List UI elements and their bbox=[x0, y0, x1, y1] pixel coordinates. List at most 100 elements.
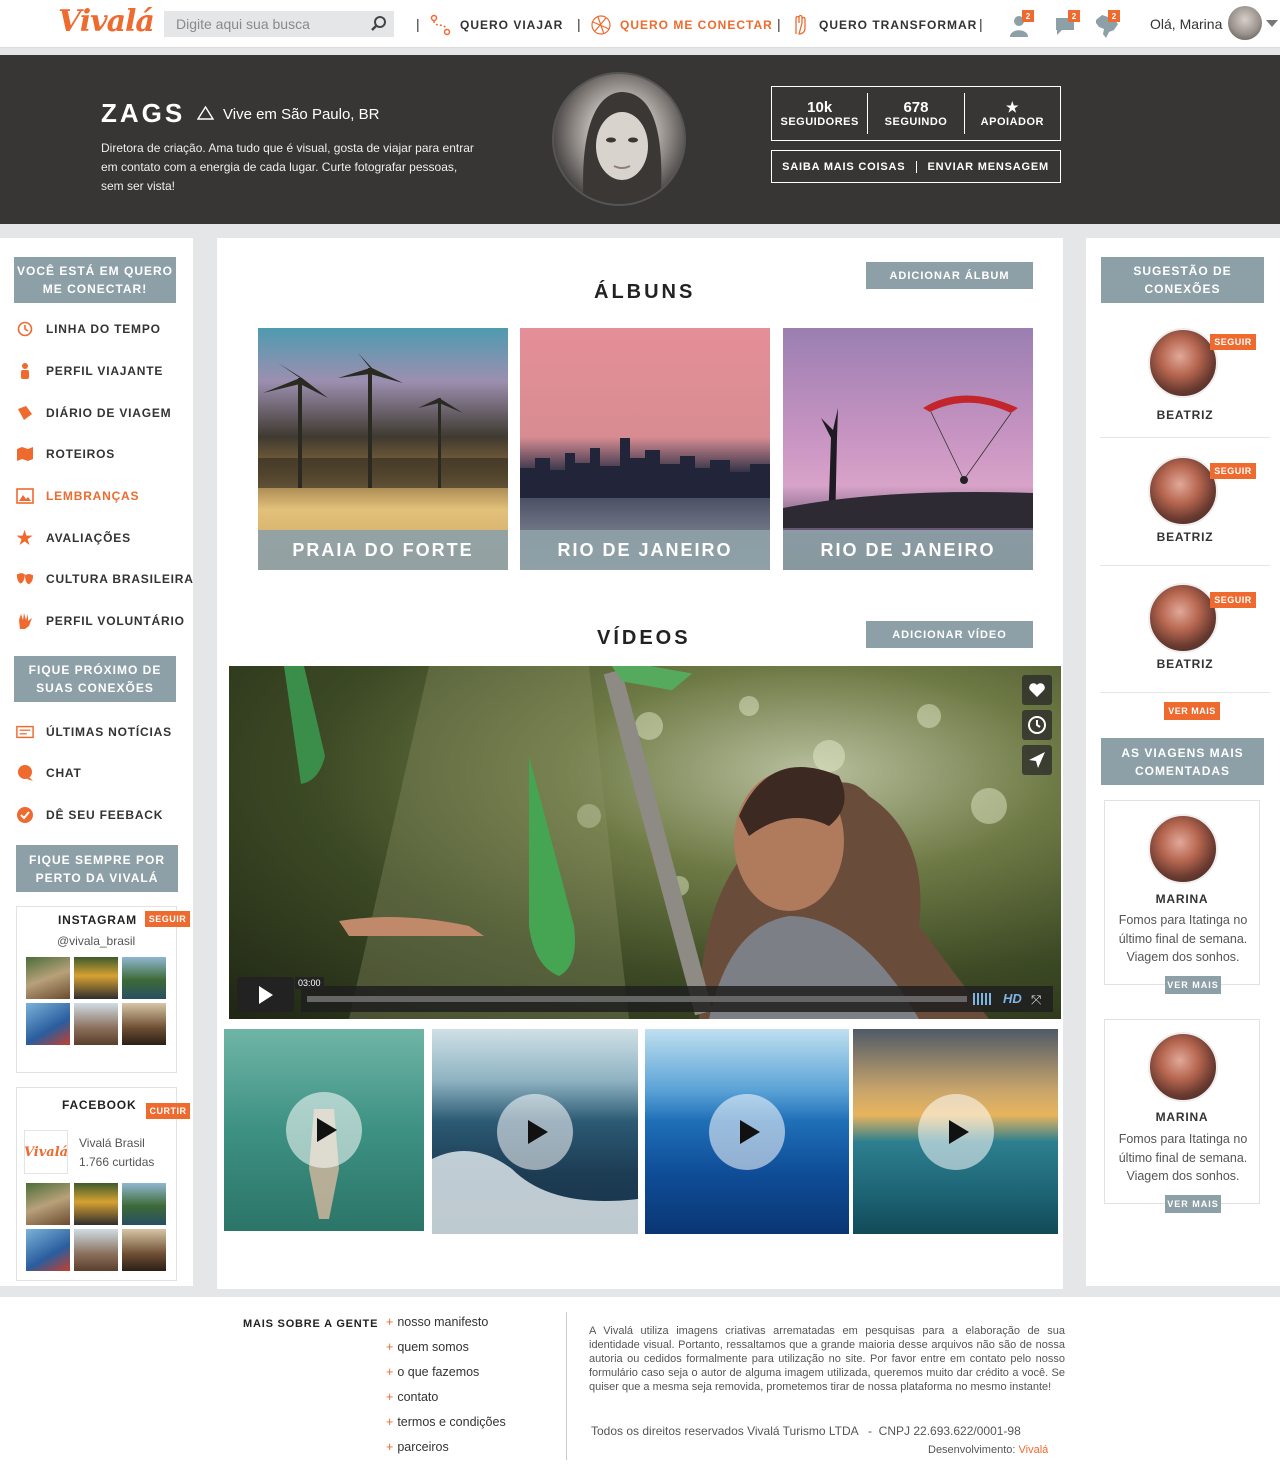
instagram-photo[interactable] bbox=[74, 1003, 118, 1045]
instagram-photo[interactable] bbox=[74, 957, 118, 999]
hd-toggle[interactable]: HD bbox=[1003, 991, 1022, 1006]
more-info-button[interactable]: SAIBA MAIS COISAS bbox=[772, 160, 917, 173]
nav-quero-transformar[interactable]: QUERO TRANSFORMAR bbox=[789, 12, 977, 38]
footer-link-manifesto[interactable]: + nosso manifesto bbox=[386, 1315, 488, 1329]
trip-author[interactable]: MARINA bbox=[1105, 892, 1259, 906]
search-input[interactable] bbox=[164, 11, 394, 37]
trip-text: Fomos para Itatinga no último final de s… bbox=[1118, 1132, 1248, 1183]
notif-messages[interactable]: 2 bbox=[1052, 10, 1082, 40]
watch-later-button[interactable] bbox=[1022, 710, 1052, 740]
video-thumbnail[interactable] bbox=[224, 1029, 424, 1231]
facebook-photo[interactable] bbox=[122, 1229, 166, 1271]
play-icon[interactable] bbox=[497, 1093, 573, 1170]
notif-badge: 2 bbox=[1068, 10, 1080, 22]
footer-link-terms[interactable]: + termos e condições bbox=[386, 1415, 506, 1429]
video-progress-track[interactable] bbox=[307, 996, 967, 1002]
instagram-photo[interactable] bbox=[122, 957, 166, 999]
play-button[interactable] bbox=[237, 977, 294, 1012]
play-icon[interactable] bbox=[286, 1092, 362, 1168]
suggestion-avatar[interactable] bbox=[1148, 328, 1218, 398]
profile-portrait bbox=[583, 92, 662, 204]
play-icon[interactable] bbox=[917, 1093, 994, 1170]
facebook-page-name[interactable]: Vivalá Brasil bbox=[79, 1136, 145, 1150]
trip-see-more-button[interactable]: VER MAIS bbox=[1165, 1195, 1221, 1213]
instagram-handle[interactable]: @vivala_brasil bbox=[57, 934, 135, 948]
trips-title: AS VIAGENS MAIS COMENTADAS bbox=[1101, 738, 1264, 785]
send-message-button[interactable]: ENVIAR MENSAGEM bbox=[917, 161, 1061, 173]
vivala-logo[interactable]: Vivalá bbox=[58, 4, 155, 39]
album-card[interactable]: RIO DE JANEIRO bbox=[783, 328, 1033, 570]
stat-following[interactable]: 678 SEGUINDO bbox=[868, 93, 965, 134]
follow-button[interactable]: SEGUIR bbox=[1210, 334, 1256, 350]
play-icon[interactable] bbox=[709, 1093, 785, 1170]
trip-avatar[interactable] bbox=[1148, 1032, 1218, 1102]
suggestion-name[interactable]: BEATRIZ bbox=[1100, 408, 1270, 422]
sidebar-item-news[interactable]: ÚLTIMAS NOTÍCIAS bbox=[16, 722, 172, 742]
footer-developer: Desenvolvimento: Vivalá bbox=[928, 1444, 1049, 1456]
albums-title: ÁLBUNS bbox=[594, 281, 696, 303]
video-thumbnail[interactable] bbox=[645, 1029, 849, 1234]
suggestion-name[interactable]: BEATRIZ bbox=[1100, 530, 1270, 544]
facebook-photo[interactable] bbox=[74, 1229, 118, 1271]
stat-followers[interactable]: 10k SEGUIDORES bbox=[772, 93, 869, 134]
check-icon bbox=[16, 806, 34, 824]
footer-link-about[interactable]: + quem somos bbox=[386, 1340, 469, 1354]
search-icon[interactable] bbox=[370, 15, 388, 33]
video-thumbnail[interactable] bbox=[853, 1029, 1058, 1234]
follow-button[interactable]: SEGUIR bbox=[1210, 463, 1256, 479]
footer-link-partners[interactable]: + parceiros bbox=[386, 1440, 449, 1454]
sidebar-item-traveler-profile[interactable]: PERFIL VIAJANTE bbox=[16, 361, 163, 381]
volume-icon[interactable] bbox=[973, 993, 995, 1005]
suggestion-avatar[interactable] bbox=[1148, 583, 1218, 653]
sidebar-item-reviews[interactable]: ★ AVALIAÇÕES bbox=[16, 528, 131, 548]
trip-author[interactable]: MARINA bbox=[1105, 1110, 1259, 1124]
suggestion-name[interactable]: BEATRIZ bbox=[1100, 657, 1270, 671]
nav-quero-me-conectar[interactable]: QUERO ME CONECTAR bbox=[590, 12, 773, 38]
notif-friends[interactable]: 2 bbox=[1006, 10, 1036, 40]
sidebar-item-chat[interactable]: CHAT bbox=[16, 763, 82, 783]
sidebar-item-timeline[interactable]: LINHA DO TEMPO bbox=[16, 319, 161, 339]
video-player[interactable]: HD ⤧ 03:00 bbox=[229, 666, 1061, 1019]
add-video-button[interactable]: ADICIONAR VÍDEO bbox=[866, 621, 1033, 648]
user-avatar[interactable] bbox=[1228, 6, 1262, 40]
sidebar-item-brazilian-culture[interactable]: CULTURA BRASILEIRA bbox=[16, 569, 194, 589]
footer-link-what-we-do[interactable]: + o que fazemos bbox=[386, 1365, 479, 1379]
trip-avatar[interactable] bbox=[1148, 814, 1218, 884]
like-video-button[interactable] bbox=[1022, 675, 1052, 705]
sidebar-item-routes[interactable]: ROTEIROS bbox=[16, 444, 115, 464]
video-controls-bar: HD ⤧ bbox=[301, 986, 1053, 1012]
facebook-likes: 1.766 curtidas bbox=[79, 1155, 155, 1169]
add-album-button[interactable]: ADICIONAR ÁLBUM bbox=[866, 262, 1033, 289]
user-greeting[interactable]: Olá, Marina bbox=[1150, 16, 1222, 32]
facebook-photo[interactable] bbox=[74, 1183, 118, 1225]
instagram-photo[interactable] bbox=[26, 1003, 70, 1045]
sidebar-item-memories[interactable]: LEMBRANÇAS bbox=[16, 486, 139, 506]
map-icon bbox=[16, 445, 34, 463]
trip-see-more-button[interactable]: VER MAIS bbox=[1165, 976, 1221, 994]
instagram-photo[interactable] bbox=[26, 957, 70, 999]
chevron-down-icon[interactable] bbox=[1266, 20, 1278, 27]
nav-quero-viajar[interactable]: QUERO VIAJAR bbox=[430, 12, 563, 38]
video-thumbnail[interactable] bbox=[432, 1029, 638, 1234]
facebook-photo[interactable] bbox=[26, 1229, 70, 1271]
see-more-suggestions-button[interactable]: VER MAIS bbox=[1164, 702, 1220, 720]
notif-map[interactable]: 2 bbox=[1092, 10, 1122, 40]
fullscreen-icon[interactable]: ⤧ bbox=[1031, 992, 1041, 1008]
sidebar-item-volunteer-profile[interactable]: PERFIL VOLUNTÁRIO bbox=[16, 611, 185, 631]
album-card[interactable]: RIO DE JANEIRO bbox=[520, 328, 770, 570]
follow-button[interactable]: SEGUIR bbox=[1210, 592, 1256, 608]
sidebar-item-travel-diary[interactable]: DIÁRIO DE VIAGEM bbox=[16, 403, 171, 423]
facebook-photo[interactable] bbox=[26, 1183, 70, 1225]
instagram-follow-button[interactable]: SEGUIR bbox=[145, 911, 190, 927]
instagram-photo[interactable] bbox=[122, 1003, 166, 1045]
footer-link-contact[interactable]: + contato bbox=[386, 1390, 438, 1404]
sidebar-item-feedback[interactable]: DÊ SEU FEEBACK bbox=[16, 805, 163, 825]
developer-link[interactable]: Vivalá bbox=[1019, 1444, 1049, 1456]
stat-supporter[interactable]: ★ APOIADOR bbox=[965, 93, 1060, 134]
album-card[interactable]: PRAIA DO FORTE bbox=[258, 328, 508, 570]
news-icon bbox=[16, 723, 34, 741]
share-video-button[interactable] bbox=[1022, 745, 1052, 775]
suggestion-avatar[interactable] bbox=[1148, 456, 1218, 526]
facebook-photo[interactable] bbox=[122, 1183, 166, 1225]
facebook-like-button[interactable]: CURTIR bbox=[146, 1103, 190, 1119]
